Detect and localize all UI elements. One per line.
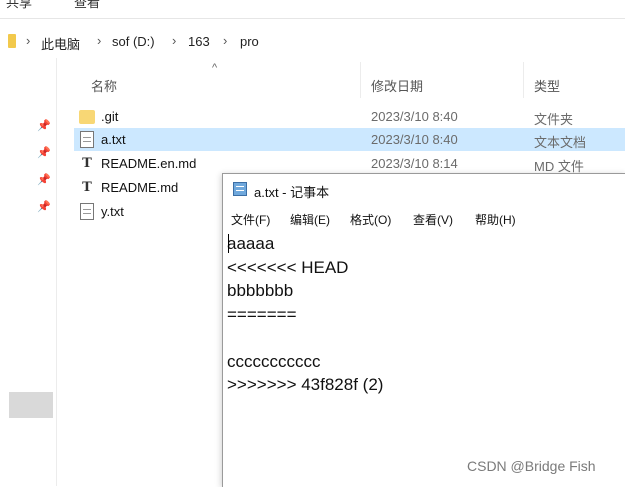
breadcrumb-163[interactable]: 163 xyxy=(188,34,210,49)
file-name: README.md xyxy=(101,180,179,195)
text-line: ccccccccccc xyxy=(227,351,321,371)
file-row-selected[interactable]: a.txt 2023/3/10 8:40 文本文档 xyxy=(74,128,625,151)
file-date: 2023/3/10 8:40 xyxy=(371,132,458,147)
address-bar[interactable]: › 此电脑 › sof (D:) › 163 › pro xyxy=(0,26,625,58)
pin-icon[interactable]: 📌 xyxy=(37,200,51,213)
text-line: bbbbbbb xyxy=(227,281,294,300)
nav-selected-item[interactable] xyxy=(9,392,53,418)
menu-help[interactable]: 帮助(H) xyxy=(475,211,516,228)
chevron-right-icon[interactable]: › xyxy=(97,33,101,48)
file-name: y.txt xyxy=(101,204,124,219)
file-date: 2023/3/10 8:14 xyxy=(371,156,458,171)
breadcrumb-pro[interactable]: pro xyxy=(240,34,259,49)
notepad-title: a.txt - 记事本 xyxy=(254,185,330,200)
text-caret xyxy=(228,234,229,253)
chevron-right-icon[interactable]: › xyxy=(26,33,30,48)
notepad-window[interactable]: a.txt - 记事本 文件(F) 编辑(E) 格式(O) 查看(V) 帮助(H… xyxy=(222,173,625,487)
text-line: <<<<<<< HEAD xyxy=(227,257,349,277)
notepad-menubar: 文件(F) 编辑(E) 格式(O) 查看(V) 帮助(H) xyxy=(223,207,625,229)
menu-format[interactable]: 格式(O) xyxy=(350,211,391,228)
pin-icon[interactable]: 📌 xyxy=(37,173,51,186)
chevron-right-icon[interactable]: › xyxy=(172,33,176,48)
text-file-icon xyxy=(80,203,94,220)
breadcrumb-this-pc[interactable]: 此电脑 xyxy=(41,34,80,53)
file-type: 文本文档 xyxy=(534,135,587,150)
breadcrumb-drive[interactable]: sof (D:) xyxy=(112,34,155,49)
folder-icon xyxy=(8,34,16,48)
watermark: CSDN @Bridge Fish xyxy=(467,458,596,474)
notepad-text-area[interactable]: aaaaa <<<<<<< HEAD bbbbbbb ======= ccccc… xyxy=(227,232,622,482)
file-type: 文件夹 xyxy=(534,112,574,127)
sort-ascending-icon: ^ xyxy=(212,62,218,74)
navigation-pane[interactable]: 📌 📌 📌 📌 xyxy=(0,58,57,486)
file-name: README.en.md xyxy=(101,156,197,171)
ribbon: 共享 查看 xyxy=(0,0,625,19)
folder-icon xyxy=(79,110,95,124)
column-header-name[interactable]: 名称 xyxy=(91,76,117,95)
column-header-date[interactable]: 修改日期 xyxy=(371,76,423,95)
notepad-icon xyxy=(233,182,247,196)
pin-icon[interactable]: 📌 xyxy=(37,146,51,159)
file-row[interactable]: T README.en.md 2023/3/10 8:14 MD 文件 xyxy=(74,152,625,175)
file-row[interactable]: .git 2023/3/10 8:40 文件夹 xyxy=(74,105,625,128)
menu-view[interactable]: 查看(V) xyxy=(413,211,453,228)
markdown-file-icon: T xyxy=(82,156,92,171)
pin-icon[interactable]: 📌 xyxy=(37,119,51,132)
file-name: a.txt xyxy=(101,132,126,147)
notepad-titlebar[interactable]: a.txt - 记事本 xyxy=(223,174,625,204)
markdown-file-icon: T xyxy=(82,180,92,195)
text-line: >>>>>>> 43f828f (2) xyxy=(227,375,384,394)
file-date: 2023/3/10 8:40 xyxy=(371,109,458,124)
text-line: ======= xyxy=(227,304,297,324)
text-line xyxy=(227,326,622,350)
ribbon-tab-view[interactable]: 查看 xyxy=(74,0,100,11)
text-file-icon xyxy=(80,131,94,148)
chevron-right-icon[interactable]: › xyxy=(223,33,227,48)
file-name: .git xyxy=(101,109,119,124)
menu-file[interactable]: 文件(F) xyxy=(231,211,270,228)
ribbon-tab-share[interactable]: 共享 xyxy=(6,0,32,11)
column-divider[interactable] xyxy=(523,62,524,98)
text-line: aaaaa xyxy=(227,234,275,253)
column-divider[interactable] xyxy=(360,62,361,98)
column-header-type[interactable]: 类型 xyxy=(534,76,560,95)
menu-edit[interactable]: 编辑(E) xyxy=(290,211,330,228)
